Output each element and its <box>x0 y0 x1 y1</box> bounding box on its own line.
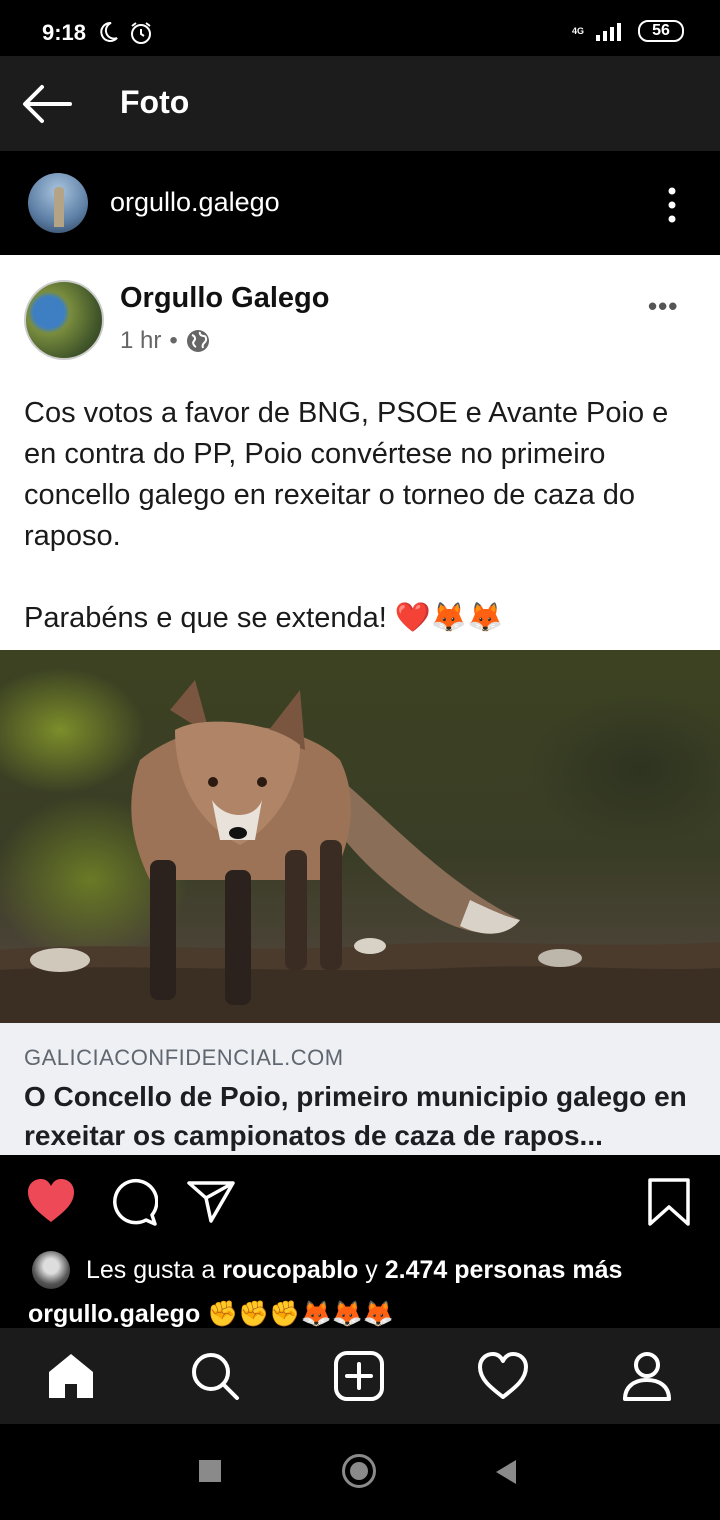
back-button[interactable] <box>496 1460 516 1484</box>
system-navigation <box>0 1424 720 1520</box>
battery-icon: 56 <box>638 20 684 42</box>
fox-illustration <box>0 680 720 1023</box>
account-username[interactable]: orgullo.galego <box>110 187 280 218</box>
post-actions <box>0 1155 720 1245</box>
post-text: Cos votos a favor de BNG, PSOE e Avante … <box>24 393 704 639</box>
likes-user[interactable]: roucopablo <box>222 1256 358 1284</box>
app-header: Foto <box>0 56 720 151</box>
post-meta: 1 hr • <box>120 327 210 355</box>
activity-heart-icon[interactable] <box>477 1350 529 1402</box>
likes-count[interactable]: 2.474 personas más <box>385 1256 623 1284</box>
fox-photo <box>0 650 720 1023</box>
likes-summary[interactable]: Les gusta a roucopablo y 2.474 personas … <box>32 1251 622 1289</box>
author-name: Orgullo Galego <box>120 282 330 314</box>
caption-username[interactable]: orgullo.galego <box>28 1300 200 1328</box>
link-domain: GALICIACONFIDENCIAL.COM <box>24 1045 344 1070</box>
signal-icon <box>596 23 621 41</box>
home-button[interactable] <box>342 1454 376 1488</box>
search-icon[interactable] <box>189 1350 241 1402</box>
meta-separator: • <box>169 327 178 354</box>
recents-button[interactable] <box>199 1460 221 1482</box>
share-icon[interactable] <box>186 1177 236 1227</box>
post-paragraph: Parabéns e que se extenda! ❤️🦊🦊 <box>24 602 504 634</box>
status-time: 9:18 <box>42 20 87 45</box>
page-title: Foto <box>120 84 190 120</box>
post-header: orgullo.galego <box>0 151 720 255</box>
post-paragraph: Cos votos a favor de BNG, PSOE e Avante … <box>24 397 669 552</box>
account-avatar[interactable] <box>28 173 88 233</box>
status-bar: 9:18 4G 56 <box>0 0 720 56</box>
more-options-icon[interactable] <box>660 185 684 225</box>
liker-avatar <box>32 1251 70 1289</box>
globe-icon <box>186 330 209 352</box>
home-icon[interactable] <box>45 1350 97 1402</box>
post-image[interactable]: Orgullo Galego 1 hr • ••• Cos votos a fa… <box>0 255 720 1155</box>
heart-filled-icon[interactable] <box>26 1177 76 1227</box>
bottom-navigation <box>0 1328 720 1424</box>
back-arrow-icon[interactable] <box>20 82 74 126</box>
post-caption: orgullo.galego ✊✊✊🦊🦊🦊 <box>28 1300 394 1328</box>
likes-joiner: y <box>365 1255 378 1284</box>
post-time: 1 hr <box>120 327 162 354</box>
link-preview: GALICIACONFIDENCIAL.COM O Concello de Po… <box>0 1023 720 1155</box>
new-post-icon[interactable] <box>333 1350 385 1402</box>
link-title: O Concello de Poio, primeiro municipio g… <box>24 1081 687 1151</box>
profile-icon[interactable] <box>621 1350 673 1402</box>
moon-icon <box>100 21 118 42</box>
caption-text: ✊✊✊🦊🦊🦊 <box>207 1300 394 1328</box>
save-icon[interactable] <box>644 1177 694 1227</box>
card-more-icon: ••• <box>648 291 679 321</box>
likes-prefix: Les gusta a <box>86 1255 216 1284</box>
alarm-icon <box>131 22 151 44</box>
author-avatar <box>24 280 104 360</box>
network-type: 4G <box>571 25 584 36</box>
comment-icon[interactable] <box>108 1177 158 1227</box>
